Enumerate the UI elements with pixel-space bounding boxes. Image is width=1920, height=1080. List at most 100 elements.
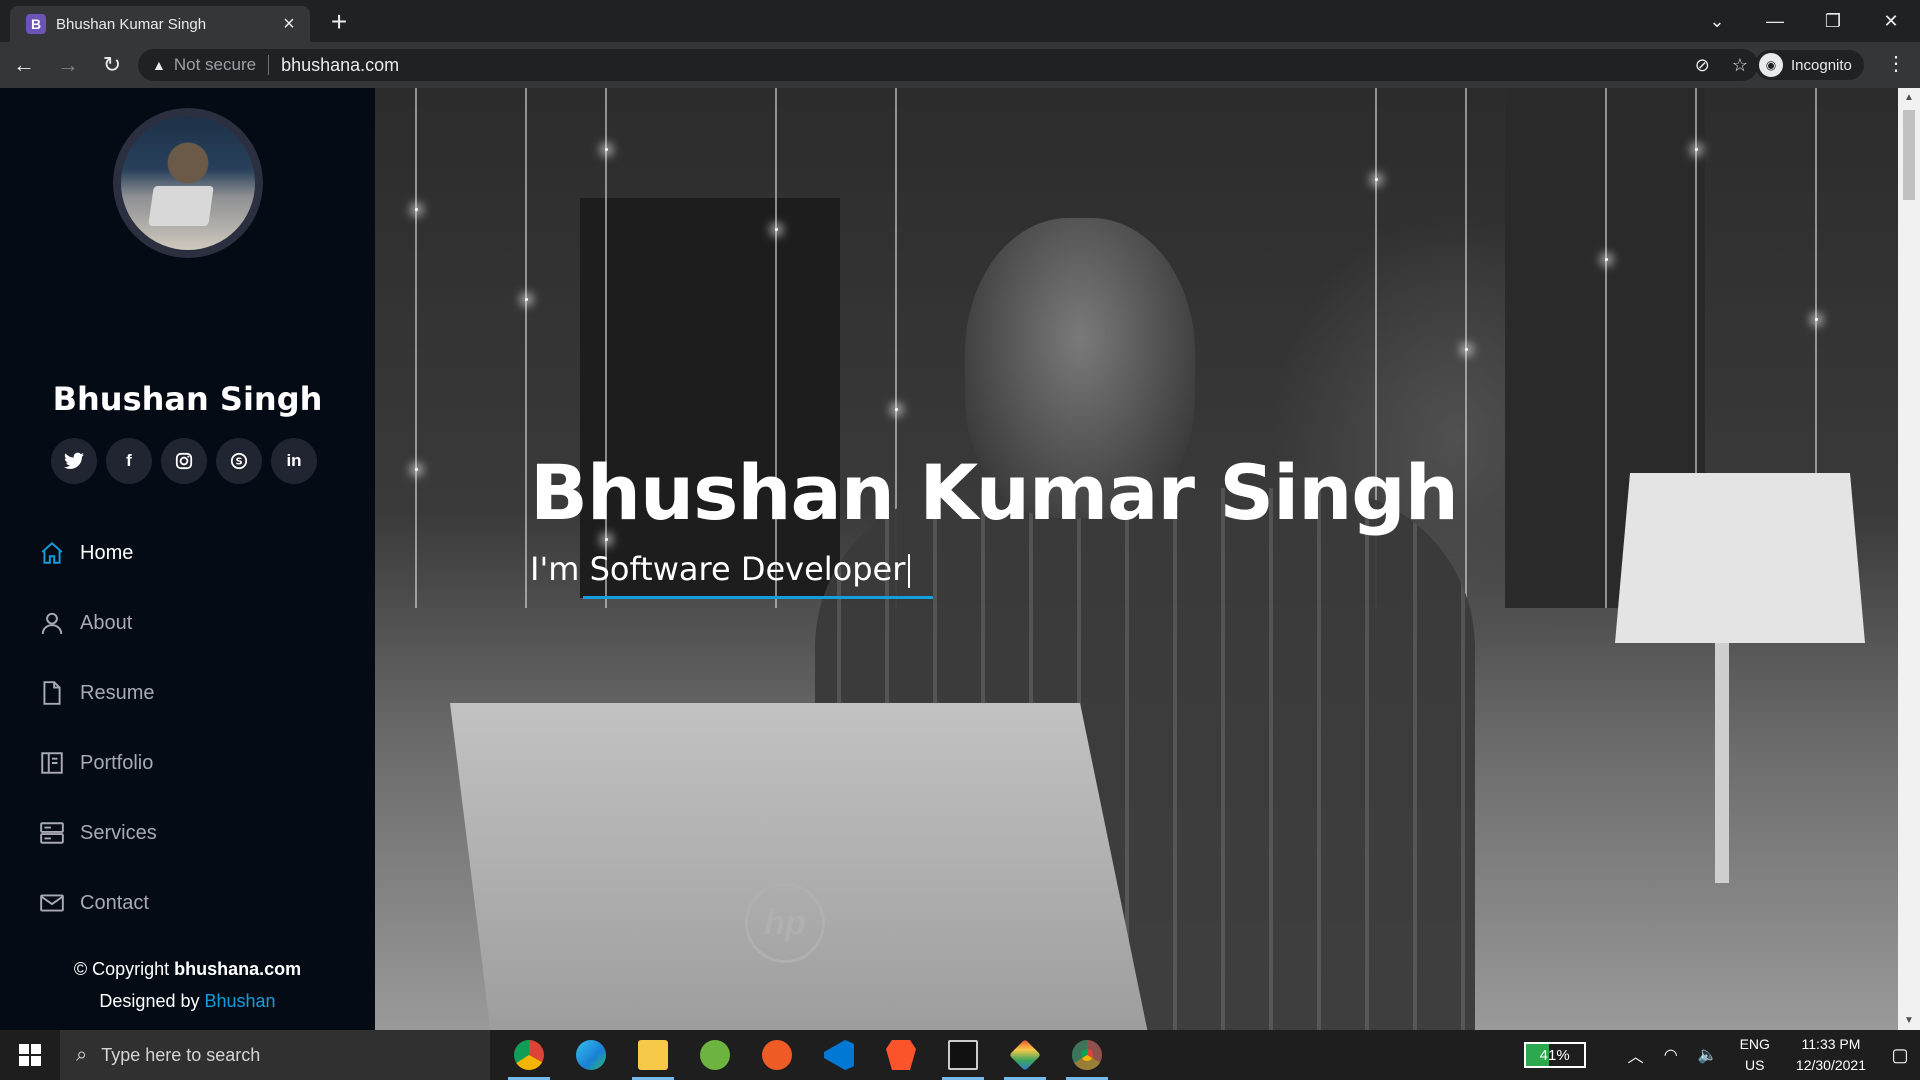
laptop [450, 703, 1150, 1030]
forward-button[interactable]: → [48, 47, 88, 83]
minimize-button[interactable]: — [1746, 11, 1804, 32]
incognito-badge[interactable]: ◉ Incognito [1755, 50, 1864, 80]
background-window [580, 198, 840, 598]
nav-item-services[interactable]: Services [38, 798, 157, 868]
twitter-icon[interactable] [51, 438, 97, 484]
taskbar-search[interactable]: ⌕ Type here to search [60, 1030, 490, 1080]
warning-icon[interactable]: ▲ [152, 57, 166, 73]
language-code: ENG [1739, 1036, 1770, 1052]
profile-name[interactable]: Bhushan Singh [0, 380, 375, 418]
omnibox-separator [268, 55, 270, 75]
designer-link[interactable]: Bhushan [205, 991, 276, 1011]
chrome-icon[interactable] [498, 1030, 560, 1080]
nav-label-home: Home [80, 541, 134, 564]
back-button[interactable]: ← [4, 47, 44, 83]
server-icon [38, 819, 66, 847]
profile-avatar-ring [113, 108, 263, 258]
designed-prefix: Designed by [99, 991, 205, 1011]
skype-icon[interactable]: S [216, 438, 262, 484]
url-text[interactable]: bhushana.com [281, 55, 399, 76]
linkedin-icon[interactable]: in [271, 438, 317, 484]
security-label[interactable]: Not secure [174, 55, 256, 75]
scroll-up-icon[interactable]: ▲ [1898, 92, 1920, 103]
hero-title: Bhushan Kumar Singh [530, 448, 1459, 537]
fairy-light [1465, 348, 1468, 351]
incognito-icon: ◉ [1759, 53, 1783, 77]
fairy-light [605, 148, 608, 151]
eye-slash-icon[interactable]: ⊘ [1695, 55, 1710, 76]
nav-item-resume[interactable]: Resume [38, 658, 157, 728]
light-string [1605, 88, 1607, 608]
sidebar-footer: © Copyright bhushana.com Designed by Bhu… [0, 953, 375, 1017]
envelope-icon [38, 889, 66, 917]
page-scrollbar[interactable]: ▲ ▼ [1898, 88, 1920, 1030]
spring-tool-icon[interactable] [684, 1030, 746, 1080]
facebook-icon[interactable]: f [106, 438, 152, 484]
language-indicator[interactable]: ENG US [1740, 1034, 1770, 1076]
svg-text:S: S [235, 457, 242, 468]
bookmark-star-icon[interactable]: ☆ [1732, 55, 1748, 76]
nav-item-home[interactable]: Home [38, 518, 157, 588]
designed-by-line: Designed by Bhushan [0, 985, 375, 1017]
brave-icon[interactable] [870, 1030, 932, 1080]
fairy-light [1695, 148, 1698, 151]
nav-item-portfolio[interactable]: Portfolio [38, 728, 157, 798]
fairy-light [605, 538, 608, 541]
file-explorer-icon[interactable] [622, 1030, 684, 1080]
hero-subtitle-prefix: I'm [530, 550, 590, 588]
postman-icon[interactable] [746, 1030, 808, 1080]
search-icon: ⌕ [76, 1043, 88, 1066]
clock-date: 12/30/2021 [1795, 1057, 1866, 1073]
tab-close-icon[interactable]: × [278, 13, 300, 35]
tab-title: Bhushan Kumar Singh [56, 15, 207, 33]
notification-icon[interactable]: ▢ [1880, 1045, 1920, 1066]
terminal-icon[interactable] [932, 1030, 994, 1080]
region-code: US [1745, 1057, 1765, 1073]
sidebar: Bhushan Singh f S in Home About Resume P… [0, 88, 375, 1030]
restore-button[interactable]: ❐ [1804, 11, 1862, 32]
hero-section: hp Bhushan Kumar Singh I'm Software Deve… [375, 88, 1898, 1030]
fairy-light [895, 408, 898, 411]
scroll-thumb[interactable] [1903, 110, 1915, 200]
windows-taskbar: ⌕ Type here to search 41% ︿ ◠ 🔈 ENG US 1… [0, 1030, 1920, 1080]
light-string [525, 88, 527, 608]
battery-indicator[interactable]: 41% [1523, 1042, 1586, 1068]
fairy-light [525, 298, 528, 301]
taskbar-clock[interactable]: 11:33 PM 12/30/2021 [1796, 1034, 1866, 1076]
hero-underline [583, 596, 933, 599]
reload-button[interactable]: ↻ [92, 47, 132, 83]
fairy-light [1605, 258, 1608, 261]
scroll-down-icon[interactable]: ▼ [1898, 1015, 1920, 1026]
hero-subtitle-role: Software Developer [589, 550, 906, 588]
chevron-up-icon[interactable]: ︿ [1628, 1043, 1644, 1067]
tab-strip: B Bhushan Kumar Singh × + ⌄ — ❐ ✕ [0, 0, 1920, 42]
close-window-button[interactable]: ✕ [1862, 11, 1920, 32]
windows-start-button[interactable] [0, 1030, 60, 1080]
address-bar[interactable]: ▲ Not secure bhushana.com ⊘ ☆ [138, 49, 1758, 81]
fairy-light [415, 468, 418, 471]
new-tab-button[interactable]: + [325, 8, 353, 36]
volume-icon[interactable]: 🔈 [1698, 1045, 1718, 1065]
copyright-prefix: © Copyright [73, 959, 175, 979]
chrome-incognito-icon[interactable] [1056, 1030, 1118, 1080]
instagram-icon[interactable] [161, 438, 207, 484]
nav-item-about[interactable]: About [38, 588, 157, 658]
nav-item-contact[interactable]: Contact [38, 868, 157, 938]
person-icon [38, 609, 66, 637]
light-string [415, 88, 417, 608]
fairy-light [1375, 178, 1378, 181]
tab-active[interactable]: B Bhushan Kumar Singh × [10, 6, 310, 42]
wifi-icon[interactable]: ◠ [1664, 1045, 1678, 1065]
browser-menu-icon[interactable]: ⋮ [1886, 54, 1906, 74]
hp-logo: hp [745, 883, 825, 963]
tab-search-icon[interactable]: ⌄ [1688, 11, 1746, 32]
browser-toolbar: ← → ↻ ▲ Not secure bhushana.com ⊘ ☆ ◉ In… [0, 42, 1920, 88]
lamp-stand [1715, 643, 1729, 883]
git-icon[interactable] [994, 1030, 1056, 1080]
omnibox-icons: ⊘ ☆ [1695, 49, 1748, 81]
fairy-light [775, 228, 778, 231]
edge-icon[interactable] [560, 1030, 622, 1080]
favicon-icon: B [26, 14, 46, 34]
nav-label-contact: Contact [80, 891, 149, 914]
vscode-icon[interactable] [808, 1030, 870, 1080]
